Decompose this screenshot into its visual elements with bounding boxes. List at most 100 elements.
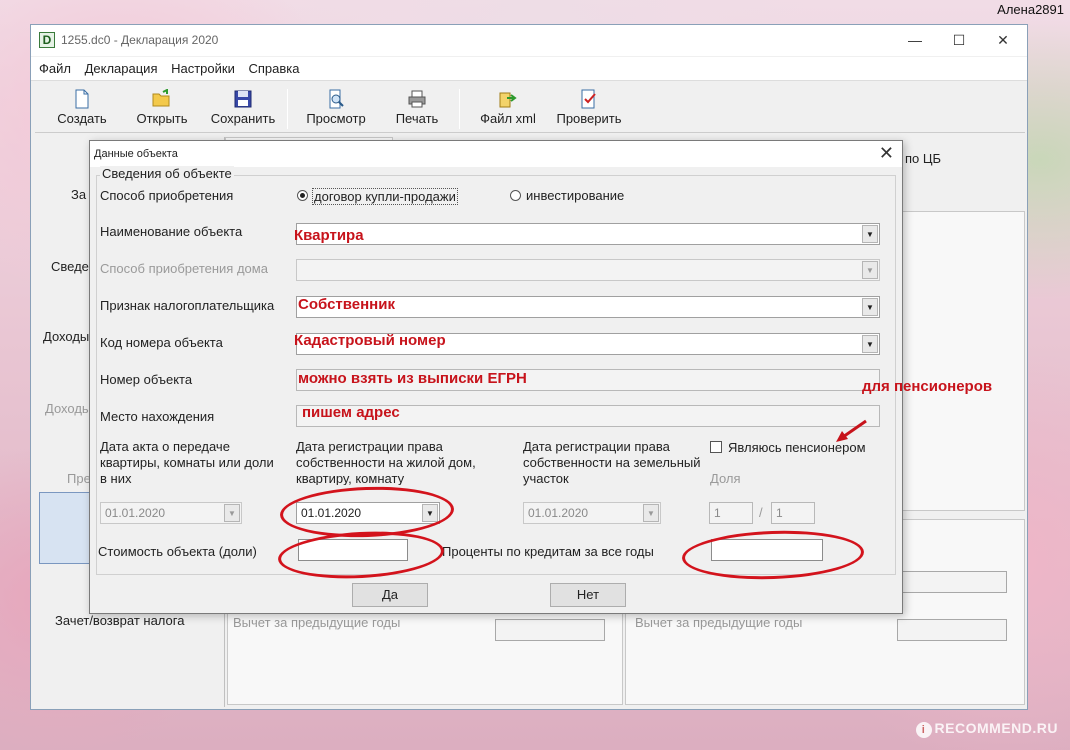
share-separator: / [759, 505, 763, 520]
open-label: Открыть [136, 111, 188, 126]
site-watermark-text: RECOMMEND.RU [934, 720, 1058, 736]
nav-item-info[interactable]: Сведе [51, 259, 89, 274]
nav-item-income[interactable]: Доходы [43, 329, 89, 344]
nav-item-tax-offset[interactable]: Зачет/возврат налога [55, 613, 184, 628]
background-field[interactable] [899, 571, 1007, 593]
share-numerator-field[interactable]: 1 [709, 502, 753, 524]
act-date-picker[interactable]: 01.01.2020 ▼ [100, 502, 242, 524]
floppy-disk-icon [234, 90, 252, 108]
site-watermark: i RECOMMEND.RU [915, 720, 1058, 738]
nav-item-income-foreign[interactable]: Доходь [45, 401, 89, 416]
no-button[interactable]: Нет [550, 583, 626, 607]
taxpayer-sign-label: Признак налогоплательщика [100, 298, 275, 313]
menu-bar: Файл Декларация Настройки Справка [31, 57, 1027, 81]
share-denominator-value: 1 [776, 506, 783, 520]
object-cost-label: Стоимость объекта (доли) [98, 544, 257, 559]
chevron-down-icon: ▼ [862, 335, 878, 353]
toolbar-separator [287, 89, 288, 129]
preview-label: Просмотр [306, 111, 366, 126]
object-name-select[interactable]: ▼ [296, 223, 880, 245]
close-button[interactable]: ✕ [981, 29, 1025, 53]
annotation-object-name: Квартира [294, 227, 364, 244]
toolbar: Создать Открыть Сохранить Просмотр Печат… [35, 85, 1025, 133]
radio-investment[interactable] [510, 190, 521, 201]
menu-file[interactable]: Файл [39, 57, 71, 81]
share-denominator-field[interactable]: 1 [771, 502, 815, 524]
share-label: Доля [710, 471, 741, 486]
reg-date-land-value: 01.01.2020 [528, 506, 589, 520]
recommend-logo-icon: i [915, 722, 932, 738]
background-right-panel [901, 211, 1025, 511]
act-date-label: Дата акта о передаче квартиры, комнаты и… [100, 439, 274, 486]
dialog-close-button[interactable]: ✕ [879, 143, 894, 164]
prev-years-label-left: Вычет за предыдущие годы [233, 615, 401, 630]
save-label: Сохранить [210, 111, 276, 126]
radio-purchase-contract[interactable] [297, 190, 308, 201]
dialog-title-bar: Данные объекта ✕ [90, 141, 902, 167]
chevron-down-icon: ▼ [862, 298, 878, 316]
annotation-pensioner-note: для пенсионеров [862, 378, 993, 395]
printer-icon [408, 90, 426, 108]
chevron-down-icon: ▼ [643, 504, 659, 522]
object-number-label: Номер объекта [100, 372, 193, 387]
check-button[interactable]: Проверить [551, 87, 627, 131]
create-label: Создать [57, 111, 107, 126]
menu-help[interactable]: Справка [248, 57, 299, 81]
radio-purchase-contract-label[interactable]: договор купли-продажи [312, 188, 458, 205]
object-name-label: Наименование объекта [100, 224, 243, 239]
radio-investment-label[interactable]: инвестирование [526, 188, 624, 203]
reg-date-land-picker[interactable]: 01.01.2020 ▼ [523, 502, 661, 524]
check-label: Проверить [556, 111, 622, 126]
prev-years-field-left[interactable] [495, 619, 605, 641]
dialog-title: Данные объекта [94, 148, 178, 160]
new-document-icon [75, 89, 89, 109]
reg-date-land-label: Дата регистрации права собственности на … [523, 439, 701, 486]
share-numerator-value: 1 [714, 506, 721, 520]
house-acquisition-select[interactable]: ▼ [296, 259, 880, 281]
app-icon: D [39, 32, 55, 48]
nav-item-deductions[interactable]: Пре [67, 471, 91, 486]
prev-years-field-right[interactable] [897, 619, 1007, 641]
preview-button[interactable]: Просмотр [301, 87, 371, 131]
pensioner-checkbox[interactable] [710, 441, 722, 453]
cb-rate-label: по ЦБ [905, 151, 942, 166]
acquisition-label: Способ приобретения [100, 188, 234, 203]
location-label: Место нахождения [100, 409, 215, 424]
menu-declaration[interactable]: Декларация [85, 57, 158, 81]
annotation-location: пишем адрес [302, 404, 400, 421]
print-label: Печать [395, 111, 439, 126]
group-title: Сведения об объекте [100, 166, 234, 181]
toolbar-separator [459, 89, 460, 129]
reg-date-house-label: Дата регистрации права собственности на … [296, 439, 476, 485]
prev-years-label-right: Вычет за предыдущие годы [635, 615, 803, 630]
menu-settings[interactable]: Настройки [171, 57, 235, 81]
chevron-down-icon: ▼ [862, 225, 878, 243]
annotation-object-code: Кадастровый номер [294, 332, 446, 349]
nav-item-selected-property[interactable] [39, 492, 95, 564]
maximize-button[interactable]: ☐ [937, 29, 981, 53]
credit-interest-label: Проценты по кредитам за все годы [442, 544, 654, 559]
minimize-button[interactable]: — [893, 29, 937, 53]
window-title: 1255.dc0 - Декларация 2020 [61, 33, 219, 47]
house-acquisition-label: Способ приобретения дома [100, 261, 268, 276]
title-bar: D 1255.dc0 - Декларация 2020 — ☐ ✕ [31, 25, 1027, 56]
annotation-object-number: можно взять из выписки ЕГРН [298, 370, 527, 387]
open-button[interactable]: Открыть [131, 87, 193, 131]
print-button[interactable]: Печать [387, 87, 447, 131]
username-watermark: Алена2891 [997, 2, 1064, 17]
annotation-taxpayer-sign: Собственник [298, 296, 395, 313]
chevron-down-icon: ▼ [224, 504, 240, 522]
open-folder-icon [152, 89, 170, 107]
chevron-down-icon: ▼ [862, 261, 878, 279]
check-document-icon [581, 89, 596, 109]
object-data-dialog: Данные объекта ✕ Сведения об объекте Спо… [89, 140, 992, 614]
yes-button[interactable]: Да [352, 583, 428, 607]
xml-export-icon [499, 92, 517, 108]
act-date-value: 01.01.2020 [105, 506, 166, 520]
xml-file-button[interactable]: Файл xml [475, 87, 541, 131]
object-code-label: Код номера объекта [100, 335, 223, 350]
pensioner-checkbox-label[interactable]: Являюсь пенсионером [728, 440, 866, 455]
create-button[interactable]: Создать [51, 87, 113, 131]
save-button[interactable]: Сохранить [207, 87, 279, 131]
nav-item-income-tax[interactable]: За [71, 187, 86, 202]
